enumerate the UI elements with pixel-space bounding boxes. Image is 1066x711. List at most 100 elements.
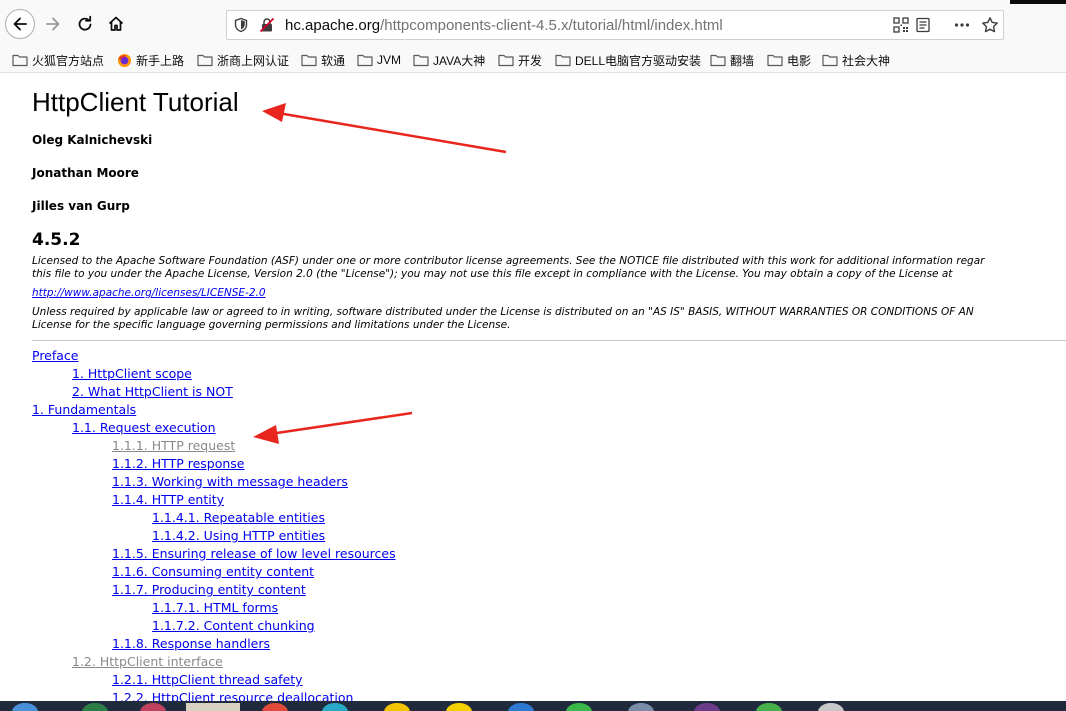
legal-text: Unless required by applicable law or agr… xyxy=(32,306,974,318)
window-edge xyxy=(1010,0,1066,4)
bookmark-label: JVM xyxy=(377,53,401,67)
toc-link[interactable]: 1.1.4. HTTP entity xyxy=(112,492,224,508)
toc-link[interactable]: 1.1.1. HTTP request xyxy=(112,438,235,454)
toc-link[interactable]: 1.1.8. Response handlers xyxy=(112,636,270,652)
forward-button[interactable] xyxy=(38,8,68,40)
toc-link[interactable]: 1.1.7.2. Content chunking xyxy=(152,618,315,634)
url-path: /httpcomponents-client-4.5.x/tutorial/ht… xyxy=(380,17,723,34)
folder-icon xyxy=(357,53,373,67)
reload-icon xyxy=(78,15,92,31)
browser-toolbar: hc.apache.org/httpcomponents-client-4.5.… xyxy=(0,0,1066,48)
taskbar-app-icon[interactable] xyxy=(140,703,166,711)
back-arrow-icon xyxy=(13,17,27,31)
reload-button[interactable] xyxy=(70,8,100,40)
folder-icon xyxy=(822,53,838,67)
toc-link[interactable]: 1.1.4.2. Using HTTP entities xyxy=(152,528,325,544)
taskbar-app-icon[interactable] xyxy=(628,703,654,711)
url-domain: hc.apache.org xyxy=(285,17,381,34)
bookmark-item[interactable]: JVM xyxy=(357,51,401,69)
bookmark-label: 电影 xyxy=(787,53,812,68)
taskbar-app-icon[interactable] xyxy=(384,703,410,711)
taskbar-app-icon[interactable] xyxy=(186,703,240,711)
home-button[interactable] xyxy=(101,8,131,40)
folder-icon xyxy=(301,53,317,67)
bookmark-item[interactable]: 火狐官方站点 xyxy=(12,51,104,69)
toc-link[interactable]: 1.2.1. HttpClient thread safety xyxy=(112,672,303,688)
bookmark-label: 新手上路 xyxy=(136,53,185,68)
bookmark-item[interactable]: 社会大神 xyxy=(822,51,890,69)
bookmark-label: 软通 xyxy=(321,53,346,68)
bookmark-label: 翻墙 xyxy=(730,53,755,68)
toc-link[interactable]: 1.1.5. Ensuring release of low level res… xyxy=(112,546,396,562)
bookmark-label: 火狐官方站点 xyxy=(32,53,105,68)
author-name: Jonathan Moore xyxy=(32,166,139,180)
bookmark-item[interactable]: JAVA大神 xyxy=(413,51,485,69)
taskbar-app-icon[interactable] xyxy=(694,703,720,711)
insecure-lock-icon[interactable] xyxy=(259,17,275,37)
license-link-line: http://www.apache.org/licenses/LICENSE-2… xyxy=(32,287,266,300)
license-link[interactable]: http://www.apache.org/licenses/LICENSE-2… xyxy=(32,287,266,299)
bookmark-item[interactable]: DELL电脑官方驱动安装 xyxy=(555,51,701,69)
divider xyxy=(32,340,1066,341)
bookmarks-bar: 火狐官方站点 新手上路 浙商上网认证 软通 JVM JAVA大神 开发 DELL电脑官方驱动安… xyxy=(0,48,1066,73)
toc-link[interactable]: 1.1. Request execution xyxy=(72,420,216,436)
author-name: Jilles van Gurp xyxy=(32,199,130,213)
url-text[interactable]: hc.apache.org/httpcomponents-client-4.5.… xyxy=(285,17,723,35)
bookmark-label: 开发 xyxy=(518,53,543,68)
folder-icon xyxy=(498,53,514,67)
bookmark-star-icon[interactable] xyxy=(981,16,999,38)
toc-link[interactable]: 1.1.7. Producing entity content xyxy=(112,582,306,598)
taskbar-app-icon[interactable] xyxy=(566,703,592,711)
bookmark-label: JAVA大神 xyxy=(433,53,486,68)
folder-icon xyxy=(413,53,429,67)
firefox-icon xyxy=(117,53,132,68)
taskbar-app-icon[interactable] xyxy=(322,703,348,711)
qr-code-icon[interactable] xyxy=(893,17,909,37)
toc-link[interactable]: 1.1.7.1. HTML forms xyxy=(152,600,278,616)
toc-link[interactable]: Preface xyxy=(32,348,79,364)
reader-view-icon[interactable] xyxy=(915,17,931,37)
forward-arrow-icon xyxy=(46,17,60,31)
toc-link[interactable]: 1. Fundamentals xyxy=(32,402,136,418)
legal-text: this file to you under the Apache Licens… xyxy=(32,268,953,280)
legal-text: Licensed to the Apache Software Foundati… xyxy=(32,255,985,267)
page-title: HttpClient Tutorial xyxy=(32,87,239,117)
folder-icon xyxy=(197,53,213,67)
back-button[interactable] xyxy=(5,9,35,39)
more-dots-icon[interactable] xyxy=(953,16,971,38)
legal-text: License for the specific language govern… xyxy=(32,319,511,331)
page-content: HttpClient Tutorial Oleg Kalnichevski Jo… xyxy=(0,73,1066,701)
taskbar-app-icon[interactable] xyxy=(446,703,472,711)
toc-link[interactable]: 2. What HttpClient is NOT xyxy=(72,384,233,400)
bookmark-label: 社会大神 xyxy=(842,53,891,68)
start-icon[interactable] xyxy=(12,703,38,711)
bookmark-item[interactable]: 新手上路 xyxy=(117,51,184,69)
toc-link[interactable]: 1.2.2. HttpClient resource deallocation xyxy=(112,690,353,701)
folder-icon xyxy=(710,53,726,67)
toc-link[interactable]: 1.2. HttpClient interface xyxy=(72,654,223,670)
url-bar[interactable]: hc.apache.org/httpcomponents-client-4.5.… xyxy=(226,10,1004,40)
toc-link[interactable]: 1.1.6. Consuming entity content xyxy=(112,564,314,580)
bookmark-label: 浙商上网认证 xyxy=(217,53,290,68)
bookmark-item[interactable]: 浙商上网认证 xyxy=(197,51,289,69)
taskbar-app-icon[interactable] xyxy=(756,703,782,711)
bookmark-item[interactable]: 开发 xyxy=(498,51,542,69)
folder-icon xyxy=(12,53,28,67)
taskbar-app-icon[interactable] xyxy=(262,703,288,711)
folder-icon xyxy=(767,53,783,67)
bookmark-item[interactable]: 软通 xyxy=(301,51,345,69)
os-taskbar xyxy=(0,701,1066,711)
bookmark-label: DELL电脑官方驱动安装 xyxy=(575,53,702,68)
toc-link[interactable]: 1.1.2. HTTP response xyxy=(112,456,245,472)
taskbar-app-icon[interactable] xyxy=(82,703,108,711)
toc-link[interactable]: 1.1.3. Working with message headers xyxy=(112,474,348,490)
taskbar-app-icon[interactable] xyxy=(508,703,534,711)
toc-link[interactable]: 1. HttpClient scope xyxy=(72,366,192,382)
bookmark-item[interactable]: 电影 xyxy=(767,51,811,69)
toc-link[interactable]: 1.1.4.1. Repeatable entities xyxy=(152,510,325,526)
taskbar-app-icon[interactable] xyxy=(818,703,844,711)
shield-icon[interactable] xyxy=(233,17,249,37)
bookmark-item[interactable]: 翻墙 xyxy=(710,51,754,69)
author-name: Oleg Kalnichevski xyxy=(32,133,153,147)
version-heading: 4.5.2 xyxy=(32,230,81,250)
